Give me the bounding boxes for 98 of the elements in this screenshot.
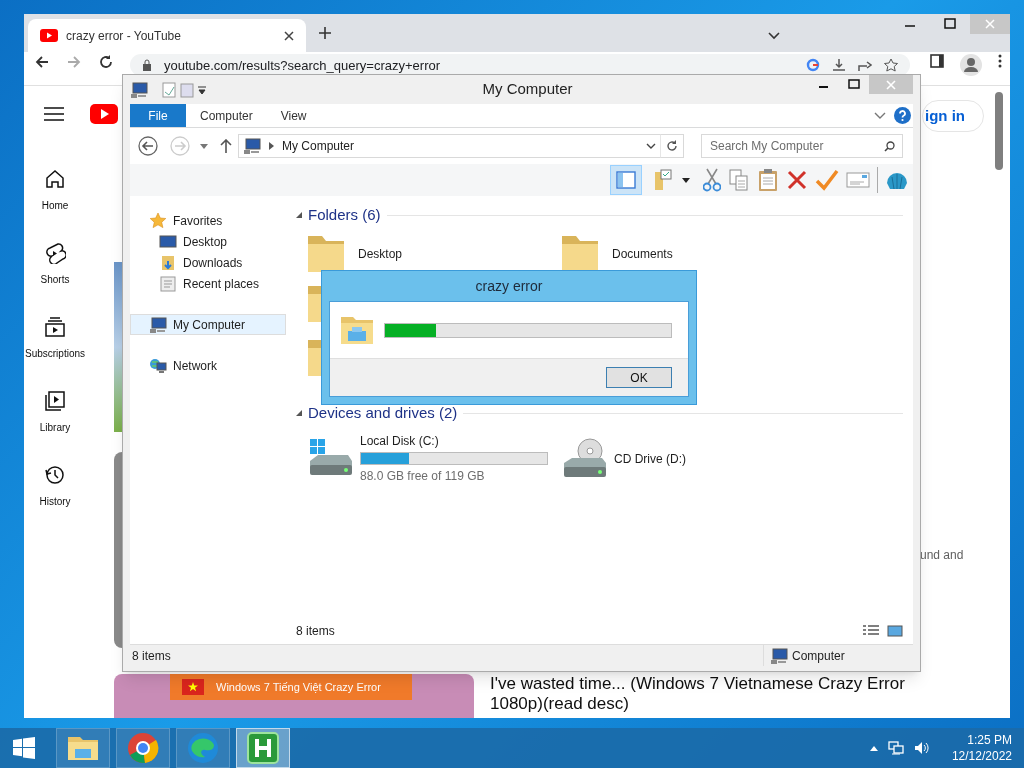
video-banner: Windows 7 Tiếng Việt Crazy Error [170,674,412,700]
clock[interactable]: 1:25 PM 12/12/2022 [951,732,1012,764]
close-icon [985,19,995,29]
video-title[interactable]: I've wasted time... (Windows 7 Vietnamese Crazy Error 1080p)(read desc) [490,674,910,714]
status-item-count: 8 items [131,647,171,665]
sidebar-item[interactable]: Library [24,388,86,462]
nav-item[interactable]: Network [130,355,286,376]
clipboard-icon[interactable] [757,168,779,192]
history-icon [44,464,66,486]
sidebar-item[interactable]: History [24,462,86,536]
desktop-icon [159,233,177,250]
back-icon[interactable] [138,136,158,156]
group-heading: Devices and drives (2) [308,402,458,423]
chevron-down-icon[interactable] [646,142,656,150]
delete-x-icon[interactable] [786,169,808,191]
layout-pane-icon [616,171,636,189]
url-text: youtube.com/results?search_query=crazy+error [164,57,442,73]
chrome-icon [126,731,160,765]
dropdown-icon[interactable] [682,177,690,183]
youtube-logo-icon[interactable] [90,104,118,124]
chevron-down-icon[interactable] [874,111,886,120]
sidebar-item[interactable]: Home [24,166,86,240]
taskbar-app[interactable] [56,728,110,768]
close-icon [886,79,896,90]
network-icon [149,357,167,374]
collapse-triangle-icon[interactable] [296,212,302,218]
collapse-triangle-icon[interactable] [296,410,302,416]
scrollbar[interactable] [995,92,1003,170]
avatar-icon[interactable] [960,54,982,76]
layout-button[interactable] [610,165,642,195]
star-icon[interactable] [884,58,898,72]
nav-item[interactable]: Favorites [130,210,286,231]
ok-button[interactable]: OK [606,367,672,388]
youtube-icon [40,29,58,42]
sidebar-item[interactable]: Subscriptions [24,314,86,388]
tab-title: crazy error - YouTube [66,27,182,45]
dropdown-icon[interactable] [198,84,206,95]
chevron-down-icon[interactable] [768,32,780,40]
breadcrumb-arrow-icon [269,142,274,150]
taskbar-app[interactable] [116,728,170,768]
reload-icon[interactable] [98,54,114,70]
nav-item[interactable]: Desktop [130,231,286,252]
refresh-button[interactable] [660,134,684,158]
computer-icon [243,137,261,155]
download-icon[interactable] [832,58,846,72]
details-view-icon[interactable] [863,625,879,637]
library-icon [44,390,66,412]
back-icon[interactable] [34,54,50,70]
nav-item[interactable]: My Computer [130,314,286,335]
nav-item[interactable]: Recent places [130,273,286,294]
ribbon-tab[interactable]: View [266,104,321,127]
edge-icon [186,731,220,765]
close-icon[interactable] [284,30,294,41]
menu-icon[interactable] [44,106,64,122]
flag-icon [182,679,204,695]
up-arrow-icon[interactable] [220,139,232,153]
recent-places-icon [159,275,177,292]
checkmark-icon[interactable] [815,169,839,191]
chevron-up-icon[interactable] [869,745,878,751]
home-icon [44,168,66,190]
kebab-menu-icon[interactable] [998,54,1002,68]
computer-icon [149,316,167,333]
computer-icon [770,646,788,665]
computer-icon [130,80,148,99]
address-bar[interactable]: youtube.com/results?search_query=crazy+error [130,54,910,76]
nav-item[interactable]: Downloads [130,252,286,273]
star-icon [149,212,167,229]
subscriptions-icon [44,316,66,338]
plus-icon[interactable] [318,26,332,40]
sidebar-icon[interactable] [930,54,944,68]
folder-check-icon[interactable] [653,168,675,192]
h-letter-app-icon [246,731,280,765]
scissors-icon[interactable] [703,168,721,192]
windows-start-icon[interactable] [12,736,36,760]
video-description: und and [920,547,964,564]
envelope-icon[interactable] [846,172,870,188]
downloads-folder-icon [159,254,177,271]
dialog-title: crazy error [474,276,544,296]
lock-icon [142,59,152,71]
taskbar-app[interactable] [236,728,290,768]
item-count: 8 items [296,623,335,640]
network-icon[interactable] [887,740,904,756]
volume-icon[interactable] [913,740,930,756]
address-field[interactable]: My Computer [238,134,661,158]
status-location: Computer [763,645,913,666]
shorts-icon [44,242,66,264]
window-title: My Computer [481,79,574,100]
ribbon-tab[interactable]: File [130,104,186,127]
drive-item[interactable]: Local Disk (C:) 88.0 GB free of 119 GB [296,432,550,485]
sidebar-item[interactable]: Shorts [24,240,86,314]
share-icon[interactable] [858,58,872,72]
help-icon[interactable] [894,107,911,124]
drive-item[interactable]: CD Drive (D:) [550,432,804,485]
group-heading: Folders (6) [308,204,381,225]
ribbon-tab[interactable]: Computer [186,104,267,127]
refresh-icon [666,140,678,152]
browser-tab[interactable]: crazy error - YouTube [28,19,306,52]
google-icon [806,58,820,72]
